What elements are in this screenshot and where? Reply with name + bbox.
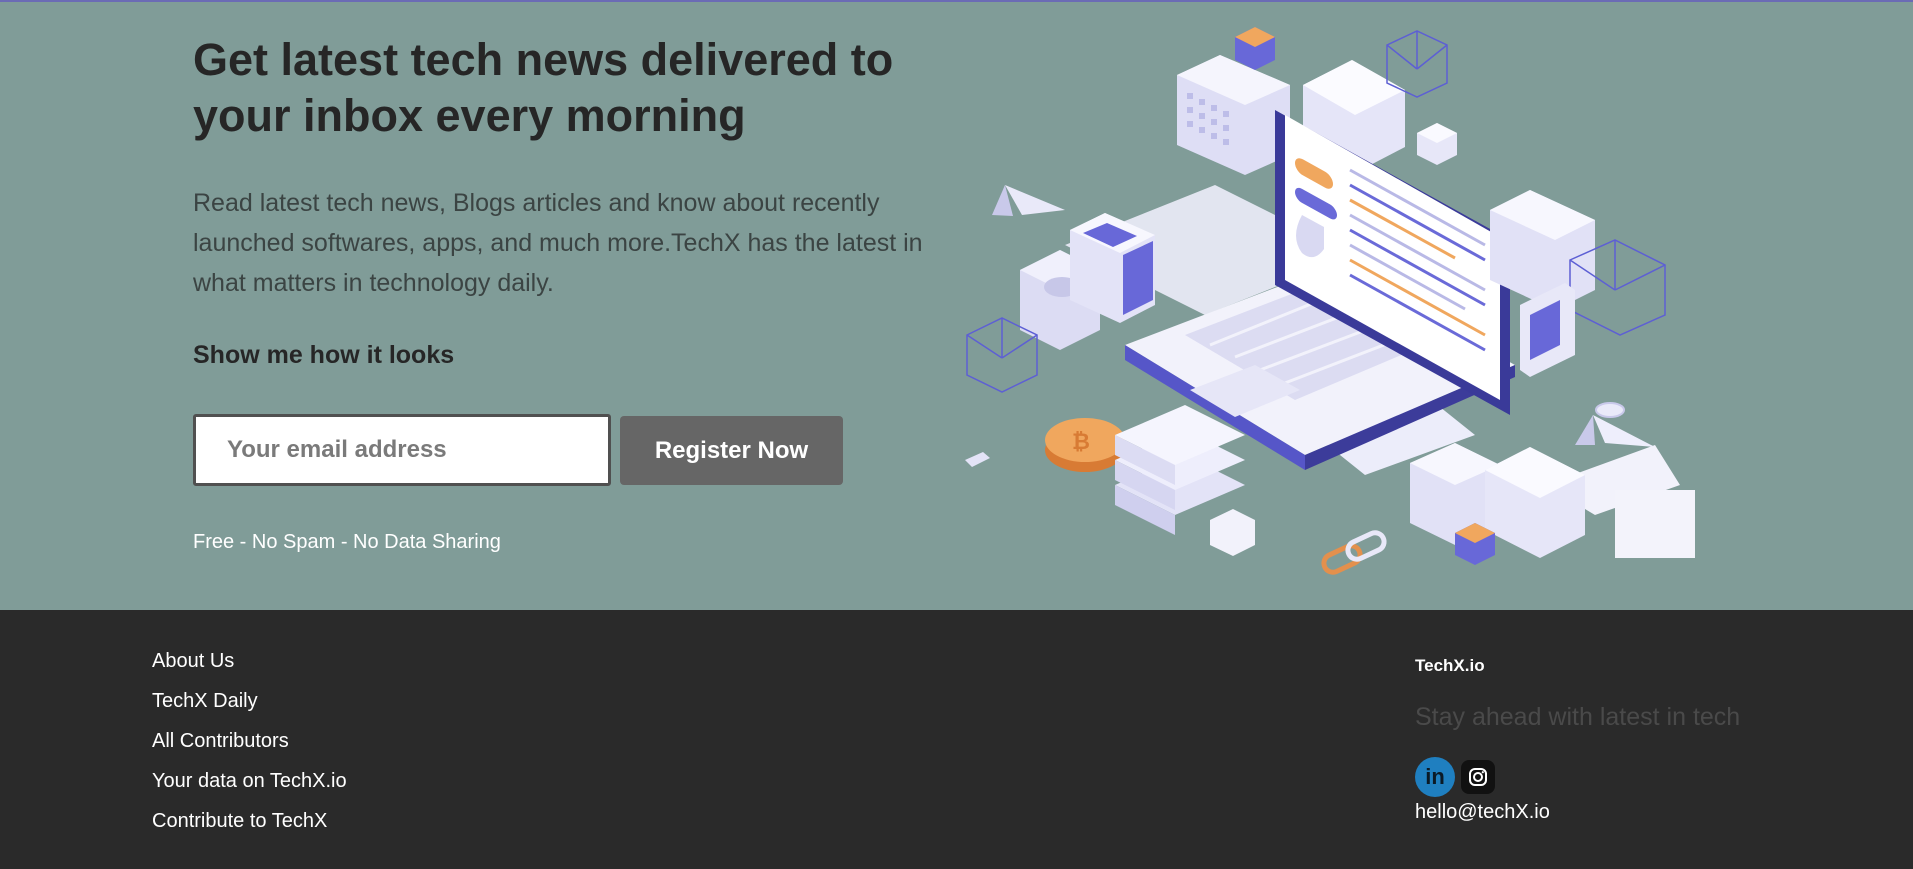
social-links: in <box>1415 757 1495 797</box>
footer-link-item: Your data on TechX.io <box>152 769 347 793</box>
linkedin-icon[interactable]: in <box>1415 757 1455 797</box>
footer-link-item: Contribute to TechX <box>152 809 347 833</box>
footer-tagline: Stay ahead with latest in tech <box>1415 703 1741 731</box>
newsletter-hero: Get latest tech news delivered to your i… <box>0 0 1913 610</box>
footer-brand: TechX.io <box>1415 656 1485 675</box>
top-accent-line <box>0 0 1913 2</box>
footer-link-techx-daily[interactable]: TechX Daily <box>152 690 258 712</box>
instagram-glyph <box>1469 768 1487 786</box>
footer-link-item: TechX Daily <box>152 689 347 713</box>
preview-link[interactable]: Show me how it looks <box>193 341 454 370</box>
footer-link-your-data[interactable]: Your data on TechX.io <box>152 770 347 792</box>
email-input[interactable] <box>193 414 611 486</box>
svg-text:₿: ₿ <box>1072 430 1090 455</box>
hero-title: Get latest tech news delivered to your i… <box>193 34 894 141</box>
footer-links: About Us TechX Daily All Contributors Yo… <box>152 649 347 849</box>
hero-description: Read latest tech news, Blogs articles an… <box>193 189 923 297</box>
footer-link-all-contributors[interactable]: All Contributors <box>152 730 289 752</box>
instagram-icon[interactable] <box>1461 760 1495 794</box>
footer-link-item: About Us <box>152 649 347 673</box>
register-button[interactable]: Register Now <box>620 416 843 485</box>
privacy-note: Free - No Spam - No Data Sharing <box>193 531 501 553</box>
contact-email-link[interactable]: hello@techX.io <box>1415 801 1550 824</box>
footer-link-contribute[interactable]: Contribute to TechX <box>152 810 327 832</box>
isometric-laptop-illustration: ₿ <box>965 27 1695 575</box>
footer-link-item: All Contributors <box>152 729 347 753</box>
footer-link-about-us[interactable]: About Us <box>152 650 234 672</box>
